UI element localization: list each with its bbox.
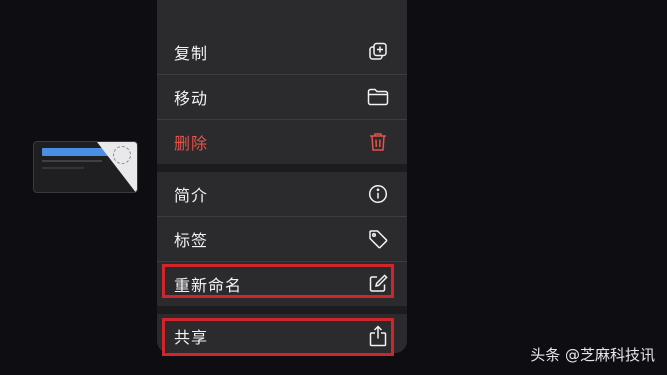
screen: 复制 移动 删除 简介 标签 重新命名 共享 头条 @芝麻科技讯 [0, 0, 667, 375]
menu-item-label: 标签 [174, 231, 209, 250]
context-menu: 复制 移动 删除 简介 标签 重新命名 共享 [157, 0, 407, 353]
watermark: 头条 @芝麻科技讯 [530, 346, 655, 364]
menu-item-label: 简介 [174, 186, 209, 205]
menu-item-duplicate[interactable]: 复制 [157, 30, 407, 74]
trash-icon [367, 131, 389, 153]
rename-highlight-box [162, 264, 394, 298]
thumbnail-line [42, 167, 84, 169]
file-thumbnail[interactable] [33, 141, 138, 193]
menu-item-tags[interactable]: 标签 [157, 217, 407, 261]
loading-indicator [113, 146, 131, 164]
group-separator [157, 306, 407, 314]
menu-item-delete[interactable]: 删除 [157, 120, 407, 164]
duplicate-icon [367, 41, 389, 63]
thumbnail-line [42, 160, 102, 162]
group-separator [157, 164, 407, 172]
menu-item-label: 删除 [174, 134, 209, 153]
menu-item-info[interactable]: 简介 [157, 172, 407, 216]
tag-icon [367, 228, 389, 250]
menu-item-label: 移动 [174, 89, 209, 108]
folder-icon [367, 86, 389, 108]
info-icon [367, 183, 389, 205]
share-highlight-box [162, 318, 394, 356]
menu-item-label: 复制 [174, 44, 209, 63]
menu-item-move[interactable]: 移动 [157, 75, 407, 119]
